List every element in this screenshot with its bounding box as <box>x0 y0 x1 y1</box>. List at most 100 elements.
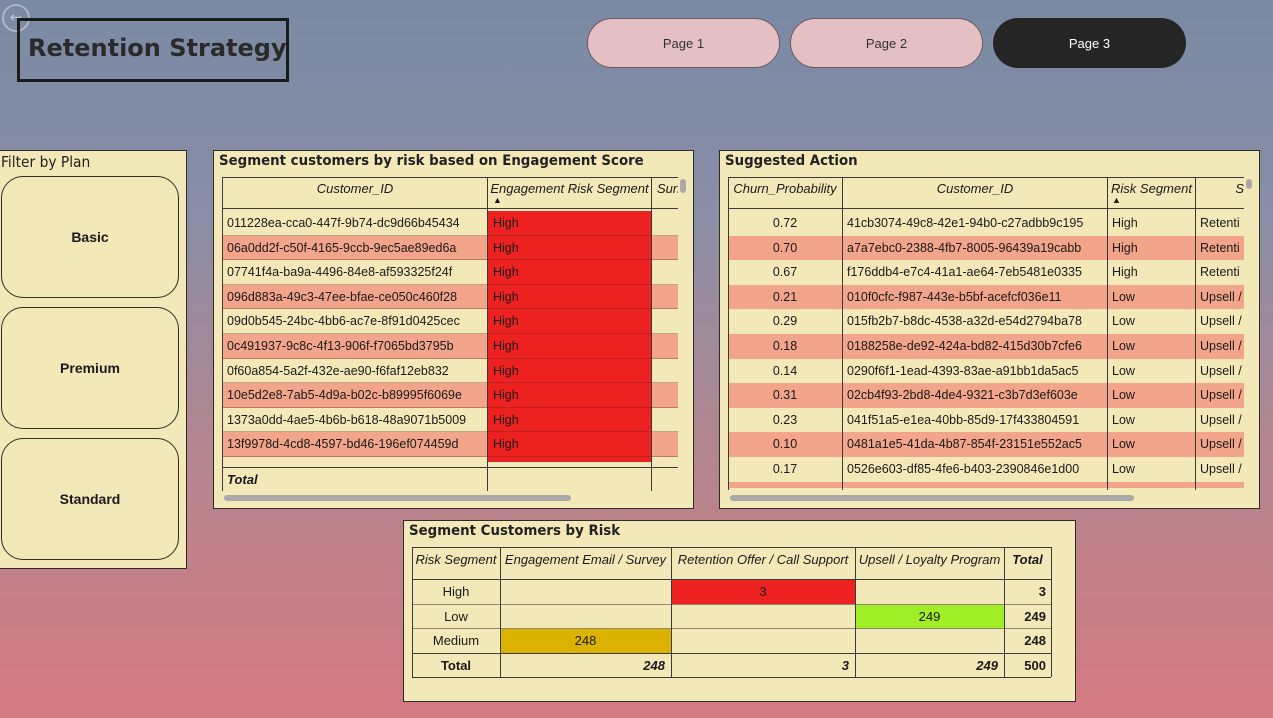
suggested-action-cell[interactable]: Retenti <box>1196 211 1244 235</box>
matrix-total-cell[interactable]: 3 <box>671 654 849 678</box>
filter-basic-button[interactable]: Basic <box>1 176 179 298</box>
customer-id-cell[interactable]: 13f9978d-4cd8-4597-bd46-196ef074459d <box>223 432 485 456</box>
risk-segment-cell[interactable]: Low <box>1108 309 1194 333</box>
suggested-action-cell[interactable]: Upsell / <box>1196 457 1244 481</box>
suggested-action-cell[interactable]: Upsell / <box>1196 359 1244 383</box>
risk-segment-cell[interactable]: Low <box>1108 457 1194 481</box>
customer-id-cell[interactable]: 0c491937-9c8c-4f13-906f-f7065bd3795b <box>223 334 485 358</box>
customer-id-cell[interactable]: 096d883a-49c3-47ee-bfae-ce050c460f28 <box>223 285 485 309</box>
churn-probability-cell[interactable]: 0.29 <box>729 309 841 333</box>
nav-page-3-button[interactable]: Page 3 <box>993 18 1186 68</box>
suggested-action-cell[interactable]: Upsell / <box>1196 285 1244 309</box>
customer-id-cell[interactable]: 011228ea-cca0-447f-9b74-dc9d66b45434 <box>223 211 485 235</box>
matrix-row-label[interactable]: High <box>412 580 500 604</box>
col-header-sum[interactable]: Sun <box>652 181 678 196</box>
col-header-engagement-risk-segment[interactable]: Engagement Risk Segment <box>488 181 651 196</box>
risk-segment-cell[interactable]: High <box>489 432 649 456</box>
risk-segment-cell[interactable]: High <box>489 285 649 309</box>
churn-probability-cell[interactable]: 0.10 <box>729 432 841 456</box>
customer-id-cell[interactable]: 10e5d2e8-7ab5-4d9a-b02c-b89995f6069e <box>223 383 485 407</box>
customer-id-cell[interactable]: 02cb4f93-2bd8-4de4-9321-c3b7d3ef603e <box>843 383 1105 407</box>
matrix-row-total-cell[interactable]: 500 <box>1004 654 1046 678</box>
vertical-scrollbar[interactable] <box>1246 179 1252 189</box>
churn-probability-cell[interactable]: 0.14 <box>729 359 841 383</box>
customer-id-cell[interactable]: 0481a1e5-41da-4b87-854f-23151e552ac5 <box>843 432 1105 456</box>
matrix-col-header[interactable]: Engagement Email / Survey <box>500 551 671 569</box>
risk-segment-cell[interactable]: High <box>489 260 649 284</box>
risk-segment-cell[interactable]: High <box>489 334 649 358</box>
vertical-scrollbar[interactable] <box>680 179 686 193</box>
churn-probability-cell[interactable]: 0.23 <box>729 408 841 432</box>
col-header-risk-segment[interactable]: Risk Segment <box>1108 181 1195 196</box>
risk-segment-cell[interactable]: High <box>1108 260 1194 284</box>
col-header-customer-id[interactable]: Customer_ID <box>843 181 1107 196</box>
matrix-row-label[interactable]: Medium <box>412 629 500 653</box>
customer-id-cell[interactable]: 0188258e-de92-424a-bd82-415d30b7cfe6 <box>843 334 1105 358</box>
filter-standard-button[interactable]: Standard <box>1 438 179 560</box>
matrix-col-header[interactable]: Upsell / Loyalty Program <box>855 551 1004 569</box>
matrix-total-cell[interactable]: 249 <box>855 654 998 678</box>
horizontal-scrollbar[interactable] <box>224 495 571 501</box>
risk-segment-cell[interactable]: High <box>489 383 649 407</box>
suggested-action-cell[interactable]: Retenti <box>1196 236 1244 260</box>
matrix-row-label[interactable]: Total <box>412 654 500 678</box>
suggested-action-cell[interactable]: Upsell / <box>1196 309 1244 333</box>
suggested-action-cell[interactable]: Retenti <box>1196 260 1244 284</box>
customer-id-cell[interactable]: 015fb2b7-b8dc-4538-a32d-e54d2794ba78 <box>843 309 1105 333</box>
customer-id-cell[interactable]: f176ddb4-e7c4-41a1-ae64-7eb5481e0335 <box>843 260 1105 284</box>
risk-segment-cell[interactable]: High <box>489 211 649 235</box>
risk-segment-cell[interactable]: Low <box>1108 432 1194 456</box>
risk-segment-cell[interactable]: High <box>489 359 649 383</box>
matrix-value-cell[interactable]: 3 <box>671 580 855 604</box>
churn-probability-cell[interactable]: 0.67 <box>729 260 841 284</box>
customer-id-cell[interactable]: 0526e603-df85-4fe6-b403-2390846e1d00 <box>843 457 1105 481</box>
matrix-row-total-cell[interactable]: 248 <box>1004 629 1046 653</box>
risk-segment-cell[interactable]: High <box>489 408 649 432</box>
customer-id-cell[interactable]: 010f0cfc-f987-443e-b5bf-acefcf036e11 <box>843 285 1105 309</box>
suggested-action-cell[interactable]: Upsell / <box>1196 432 1244 456</box>
churn-probability-cell[interactable]: 0.18 <box>729 334 841 358</box>
customer-id-cell[interactable]: 09d0b545-24bc-4bb6-ac7e-8f91d0425cec <box>223 309 485 333</box>
customer-id-cell[interactable]: 0f60a854-5a2f-432e-ae90-f6faf12eb832 <box>223 359 485 383</box>
matrix-total-cell[interactable]: 248 <box>500 654 665 678</box>
churn-probability-cell[interactable]: 0.21 <box>729 285 841 309</box>
risk-segment-cell[interactable]: Low <box>1108 285 1194 309</box>
churn-probability-cell[interactable]: 0.72 <box>729 211 841 235</box>
customer-id-cell[interactable]: 0290f6f1-1ead-4393-83ae-a91bb1da5ac5 <box>843 359 1105 383</box>
customer-id-cell[interactable]: a7a7ebc0-2388-4fb7-8005-96439a19cabb <box>843 236 1105 260</box>
suggested-action-cell[interactable]: Upsell / <box>1196 334 1244 358</box>
risk-segment-cell[interactable]: High <box>1108 236 1194 260</box>
matrix-row-label[interactable]: Low <box>412 605 500 629</box>
risk-segment-cell[interactable]: Low <box>1108 408 1194 432</box>
filter-premium-button[interactable]: Premium <box>1 307 179 429</box>
matrix-col-header[interactable]: Risk Segment <box>412 551 500 569</box>
risk-segment-cell[interactable]: High <box>1108 211 1194 235</box>
col-header-churn-probability[interactable]: Churn_Probability <box>728 181 842 196</box>
matrix-row-total-cell[interactable]: 3 <box>1004 580 1046 604</box>
matrix-value-cell[interactable]: 249 <box>855 605 1004 629</box>
risk-segment-cell[interactable]: High <box>489 236 649 260</box>
matrix-col-header[interactable]: Total <box>1004 551 1051 569</box>
suggested-action-cell[interactable]: Upsell / <box>1196 408 1244 432</box>
risk-segment-cell[interactable]: High <box>489 309 649 333</box>
horizontal-scrollbar[interactable] <box>730 495 1134 501</box>
matrix-col-header[interactable]: Retention Offer / Call Support <box>671 551 855 569</box>
matrix-row-total-cell[interactable]: 249 <box>1004 605 1046 629</box>
customer-id-cell[interactable]: 41cb3074-49c8-42e1-94b0-c27adbb9c195 <box>843 211 1105 235</box>
nav-page-2-button[interactable]: Page 2 <box>790 18 983 68</box>
suggested-action-cell[interactable]: Upsell / <box>1196 383 1244 407</box>
risk-segment-cell[interactable]: Low <box>1108 359 1194 383</box>
customer-id-cell[interactable]: 07741f4a-ba9a-4496-84e8-af593325f24f <box>223 260 485 284</box>
churn-probability-cell[interactable]: 0.31 <box>729 383 841 407</box>
matrix-value-cell[interactable]: 248 <box>500 629 671 653</box>
col-header-suggested-action[interactable]: S <box>1196 181 1244 196</box>
churn-probability-cell[interactable]: 0.70 <box>729 236 841 260</box>
col-header-customer-id[interactable]: Customer_ID <box>222 181 488 196</box>
customer-id-cell[interactable]: 041f51a5-e1ea-40bb-85d9-17f433804591 <box>843 408 1105 432</box>
churn-probability-cell[interactable]: 0.17 <box>729 457 841 481</box>
risk-segment-cell[interactable]: Low <box>1108 334 1194 358</box>
nav-page-1-button[interactable]: Page 1 <box>587 18 780 68</box>
customer-id-cell[interactable]: 06a0dd2f-c50f-4165-9ccb-9ec5ae89ed6a <box>223 236 485 260</box>
customer-id-cell[interactable]: 1373a0dd-4ae5-4b6b-b618-48a9071b5009 <box>223 408 485 432</box>
risk-segment-cell[interactable]: Low <box>1108 383 1194 407</box>
